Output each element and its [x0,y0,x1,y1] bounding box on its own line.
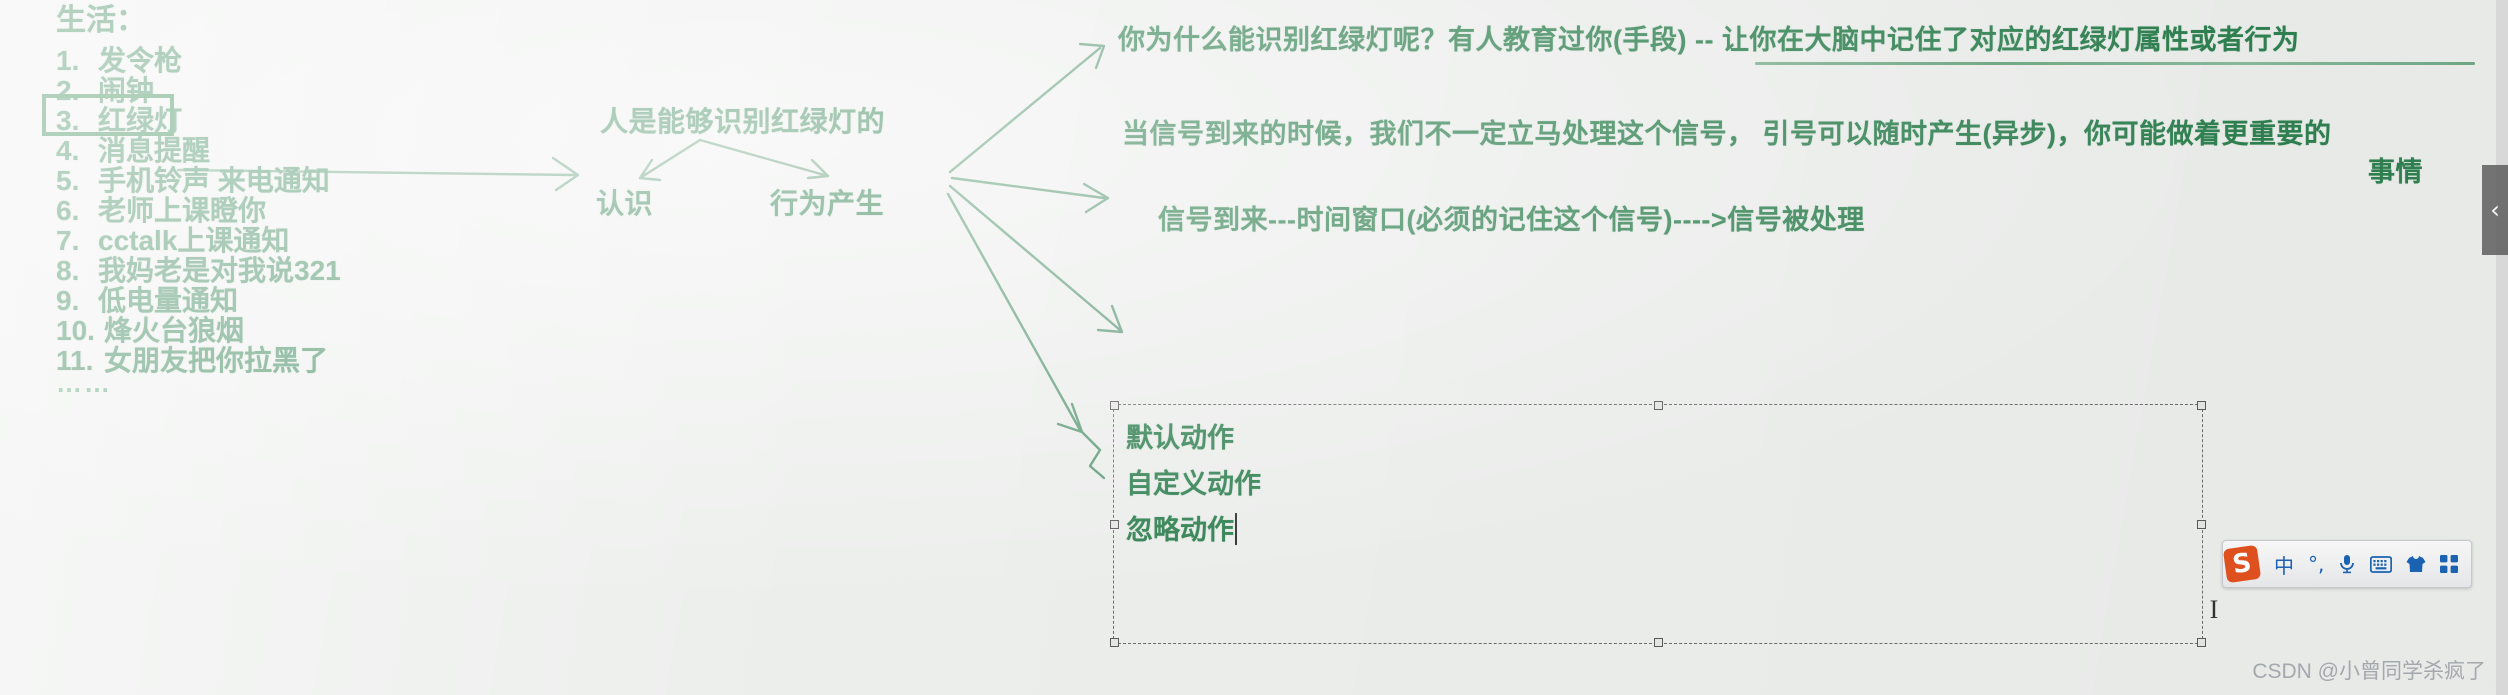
list-item: 4. 消息提醒 [56,136,526,166]
selected-text-box[interactable]: 默认动作 自定义动作 忽略动作 [1110,401,2206,647]
list-item-label: 我妈老是对我说321 [98,255,341,286]
resize-handle-s[interactable] [1654,638,1663,647]
resize-handle-nw[interactable] [1110,401,1119,410]
resize-handle-n[interactable] [1654,401,1663,410]
list-item-number: 5. [56,165,80,196]
text-box-line: 自定义动作 [1126,469,1261,499]
microphone-icon[interactable] [2338,550,2356,578]
list-item: 10. 烽火台狼烟 [56,316,526,346]
list-item: 6. 老师上课瞪你 [56,196,526,226]
list-item-label: 低电量通知 [98,285,239,316]
mindmap-center-node: 人是能够识别红绿灯的 [600,106,886,137]
list-item-number: 9. [56,285,80,316]
resize-handle-ne[interactable] [2197,401,2206,410]
resize-handle-w[interactable] [1110,520,1119,529]
list-item-label: 烽火台狼烟 [104,315,245,346]
list-item-number: 10. [56,315,95,346]
mouse-ibeam-cursor: I [2209,595,2219,624]
list-item-number: 7. [56,225,80,256]
list-item-label: cctalk上课通知 [98,225,290,256]
mindmap-branch-async: 当信号到来的时候，我们不一定立马处理这个信号， 引号可以随时产生(异步)，你可能… [1122,119,2332,149]
text-box-line: 默认动作 [1126,423,1234,453]
resize-handle-e[interactable] [2197,520,2206,529]
mindmap-node-cognition: 认识 [596,188,654,219]
list-item-number: 6. [56,195,80,226]
mindmap-branch-recognition: 你为什么能识别红绿灯呢？有人教育过你(手段) -- 让你在大脑中记住了对应的红绿… [1118,25,2300,55]
chevron-left-icon: ‹ [2490,196,2500,224]
mindmap-branch-timewindow: 信号到来---时间窗口(必须的记住这个信号)---->信号被处理 [1158,205,1865,235]
slide-canvas: 生活： 1. 发令枪 2. 闹钟 3. 红绿灯 4. 消息提醒 5. 手机铃声 … [0,0,2508,695]
sogou-logo-icon[interactable]: S [2222,544,2262,584]
list-item-label: 手机铃声 来电通知 [98,165,330,196]
resize-handle-se[interactable] [2197,638,2206,647]
underline-squiggle [1755,62,2475,65]
list-item: 11. 女朋友把你拉黑了 [56,346,526,376]
punctuation-mode-button[interactable]: °, [2308,550,2324,578]
mindmap-branch-async-wrap: 事情 [2368,157,2423,187]
list-item: 8. 我妈老是对我说321 [56,256,526,286]
life-examples-list: 生活： 1. 发令枪 2. 闹钟 3. 红绿灯 4. 消息提醒 5. 手机铃声 … [56,6,526,376]
list-item: 1. 发令枪 [56,46,526,76]
list-item-number: 1. [56,45,80,76]
grid-icon[interactable] [2440,550,2459,578]
highlight-rectangle [42,94,174,136]
input-mode-chinese-button[interactable]: 中 [2274,550,2294,578]
tshirt-icon[interactable] [2406,550,2426,578]
list-ellipsis: …… [56,368,112,398]
list-item: 9. 低电量通知 [56,286,526,316]
list-item-label: 老师上课瞪你 [98,195,267,226]
resize-handle-sw[interactable] [1110,638,1119,647]
right-edge-strip [2496,0,2508,695]
list-heading: 生活： [56,4,146,37]
sogou-ime-toolbar[interactable]: S 中 °, [2222,540,2473,588]
keyboard-icon[interactable] [2370,550,2393,578]
text-caret [1235,513,1237,545]
list-item-label: 发令枪 [98,45,183,76]
list-item: 7. cctalk上课通知 [56,226,526,256]
list-item-label: 消息提醒 [98,135,211,166]
list-item-number: 8. [56,255,80,286]
mindmap-node-behavior: 行为产生 [770,188,885,219]
csdn-watermark: CSDN @小曾同学杀疯了 [2252,660,2486,683]
text-box-line-with-caret: 忽略动作 [1126,507,2126,553]
list-item-number: 4. [56,135,80,166]
text-box-content[interactable]: 默认动作 自定义动作 忽略动作 [1126,415,2126,553]
text-box-line: 忽略动作 [1126,515,1234,545]
list-item-label: 女朋友把你拉黑了 [104,345,329,376]
collapse-panel-button[interactable]: ‹ [2482,165,2508,255]
list-item: 5. 手机铃声 来电通知 [56,166,526,196]
